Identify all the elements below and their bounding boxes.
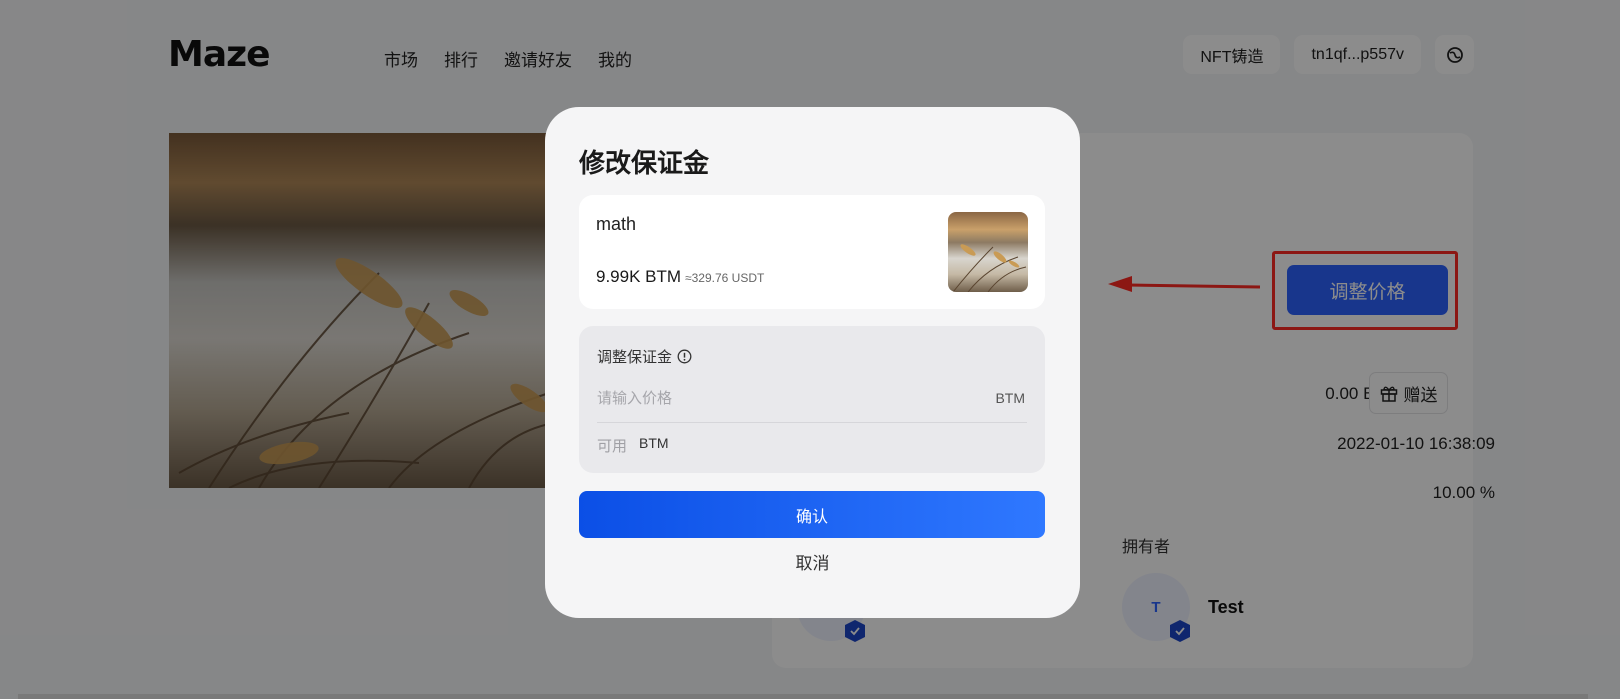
nft-name: math (596, 214, 637, 234)
margin-form: 调整保证金 BTM 可用 BTM (579, 326, 1045, 473)
margin-label-row: 调整保证金 (597, 346, 692, 367)
modal-title: 修改保证金 (579, 148, 710, 178)
price-input[interactable] (597, 384, 987, 412)
margin-label: 调整保证金 (597, 349, 673, 366)
nft-price-usdt: ≈329.76 USDT (685, 271, 765, 285)
nft-price: 9.99K BTM ≈329.76 USDT (596, 267, 764, 287)
edit-margin-modal: 修改保证金 math 9.99K BTM≈329.76 USDT 调整保证金 B… (545, 107, 1080, 618)
available-value: BTM (639, 435, 669, 451)
cancel-button[interactable]: 取消 (545, 549, 1080, 574)
available-label: 可用 (597, 438, 628, 455)
nft-thumbnail (948, 212, 1028, 292)
divider (597, 422, 1027, 423)
input-unit: BTM (995, 390, 1025, 406)
info-icon[interactable] (677, 349, 692, 364)
confirm-button[interactable]: 确认 (579, 491, 1045, 538)
nft-summary-card: math 9.99K BTM ≈329.76 USDT (579, 195, 1045, 309)
nft-price-btm: 9.99K BTM (596, 267, 682, 286)
